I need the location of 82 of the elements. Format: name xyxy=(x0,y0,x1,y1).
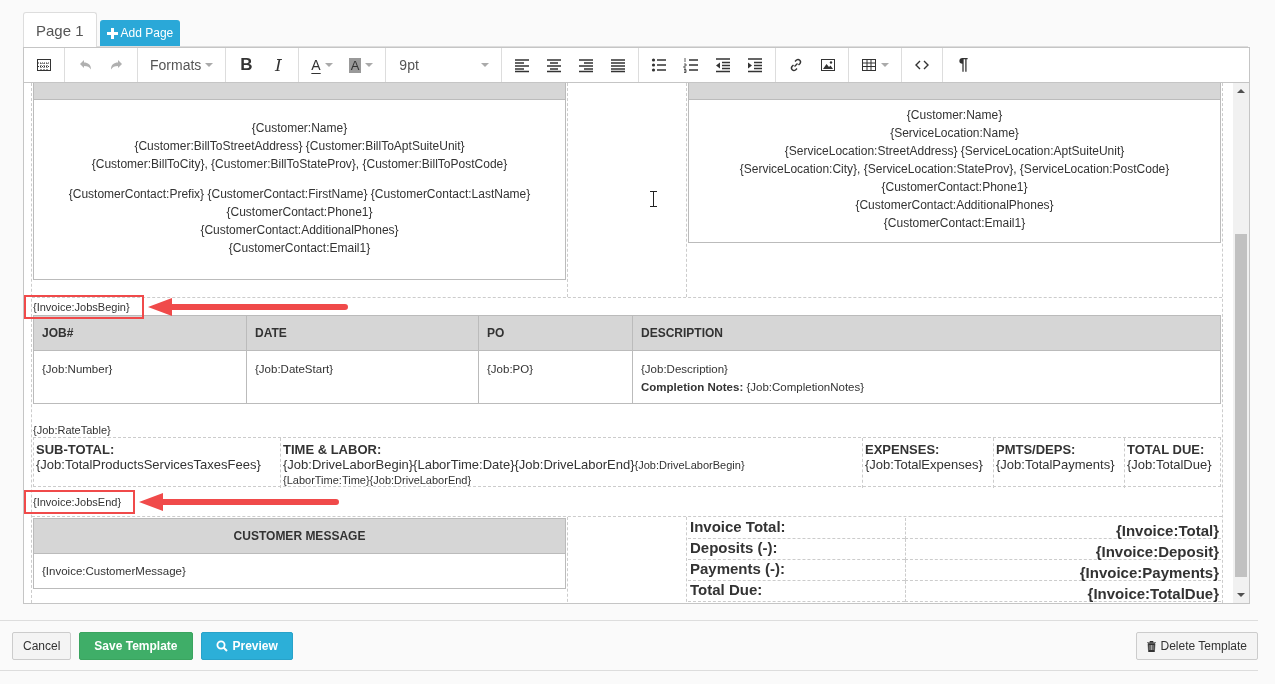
text-color-button[interactable]: A xyxy=(303,52,341,78)
template-field: {Job:Description} xyxy=(641,360,1212,378)
align-right-icon xyxy=(578,57,595,73)
template-marker: {Job:RateTable} xyxy=(33,424,111,436)
italic-button[interactable]: I xyxy=(262,52,295,78)
column-header: JOB# xyxy=(34,316,247,351)
arrow-icon xyxy=(147,296,348,317)
total-label: Total Due: xyxy=(688,581,905,602)
total-label: Deposits (-): xyxy=(688,539,905,560)
indent-icon xyxy=(747,57,764,73)
template-field: {Job:TotalDue} xyxy=(1127,457,1212,472)
column-header: PO xyxy=(479,316,633,351)
template-field: {Customer:BillToStreetAddress} {Customer:BillToAptSuiteUnit} xyxy=(134,137,465,155)
justify-icon xyxy=(610,57,627,73)
page-tab[interactable]: Page 1 xyxy=(23,12,97,47)
text-cursor-icon xyxy=(650,191,657,207)
template-field: {ServiceLocation:Name} xyxy=(890,124,1019,142)
template-field: {ServiceLocation:StreetAddress} {ServiceLocation:AptSuiteUnit} xyxy=(784,142,1125,160)
align-left-icon xyxy=(514,57,531,73)
grid-icon xyxy=(36,57,52,73)
cancel-button[interactable]: Cancel xyxy=(12,632,72,660)
template-field: {CustomerContact:Prefix} {CustomerContact:FirstName} {CustomerContact:LastName} xyxy=(68,185,531,203)
template-field: {CustomerContact:Email1} xyxy=(228,239,371,257)
column-header: DATE xyxy=(247,316,479,351)
template-field: {CustomerContact:Phone1} xyxy=(226,203,373,221)
bold-button[interactable]: B xyxy=(230,52,263,78)
scrollbar-thumb[interactable] xyxy=(1235,234,1247,577)
template-field: {Invoice:Total} xyxy=(905,518,1221,539)
template-marker: {Invoice:JobsEnd} xyxy=(33,495,122,508)
numbered-list-icon xyxy=(683,57,700,73)
template-field: {Customer:BillToCity}, {Customer:BillToStateProv}, {Customer:BillToPostCode} xyxy=(91,155,508,173)
template-field: {Invoice:Deposit} xyxy=(905,539,1221,560)
column-header: DESCRIPTION xyxy=(633,316,1220,351)
template-field: {Job:TotalProductsServicesTaxesFees} xyxy=(36,457,261,472)
image-icon xyxy=(820,57,837,73)
total-label: PMTS/DEPS: xyxy=(996,442,1077,457)
template-field: {Customer:Name} xyxy=(251,119,348,137)
caret-icon xyxy=(481,63,490,67)
paragraph-marks-button[interactable]: ¶ xyxy=(947,52,980,78)
outdent-icon xyxy=(715,57,732,73)
template-field: {LaborTime:Time}{Job:DriveLaborEnd} xyxy=(283,474,472,486)
formats-dropdown[interactable]: Formats xyxy=(142,52,222,78)
total-label: Invoice Total: xyxy=(688,518,905,539)
template-field: {Job:PO} xyxy=(487,360,624,378)
delete-button[interactable]: Delete Template xyxy=(1135,632,1258,660)
template-field: Completion Notes: {Job:CompletionNotes} xyxy=(641,378,1212,396)
template-field: {Invoice:Payments} xyxy=(905,560,1221,581)
caret-icon xyxy=(324,63,333,67)
trash-icon xyxy=(1146,640,1156,652)
template-field: {Invoice:TotalDue} xyxy=(905,581,1221,602)
template-field: {Job:DateStart} xyxy=(255,360,470,378)
template-field: {Job:Number} xyxy=(42,360,238,378)
template-marker: {Invoice:JobsBegin} xyxy=(33,300,130,313)
total-label: TIME & LABOR: xyxy=(283,442,383,457)
bullet-list-icon xyxy=(651,57,668,73)
highlight-color-button[interactable]: A xyxy=(340,52,382,78)
template-field: {CustomerContact:Email1} xyxy=(883,214,1026,232)
template-field: {CustomerContact:Phone1} xyxy=(881,178,1028,196)
template-field: {Customer:Name} xyxy=(906,106,1003,124)
caret-icon xyxy=(365,63,374,67)
template-field: {ServiceLocation:City}, {ServiceLocation:StateProv}, {ServiceLocation:PostCode} xyxy=(739,160,1170,178)
table-header: CUSTOMER MESSAGE xyxy=(34,519,565,554)
scrollbar[interactable] xyxy=(1233,83,1249,603)
arrow-icon xyxy=(139,491,340,512)
font-size-select[interactable]: 9pt xyxy=(390,52,498,78)
template-field: {CustomerContact:AdditionalPhones} xyxy=(200,221,399,239)
total-label: EXPENSES: xyxy=(865,442,941,457)
search-icon xyxy=(215,640,228,652)
total-label: Payments (-): xyxy=(688,560,905,581)
total-label: TOTAL DUE: xyxy=(1127,442,1206,457)
caret-icon xyxy=(881,63,890,67)
table-icon xyxy=(861,57,878,73)
template-field: {CustomerContact:AdditionalPhones} xyxy=(855,196,1054,214)
plus-icon xyxy=(106,27,118,39)
template-field: {Job:DriveLaborBegin}{LaborTime:Date}{Job:DriveLaborEnd} xyxy=(283,457,635,472)
align-center-icon xyxy=(546,57,563,73)
caret-icon xyxy=(205,63,214,67)
template-field: {Invoice:CustomerMessage} xyxy=(34,554,565,588)
template-field: {Job:TotalPayments} xyxy=(996,457,1115,472)
template-field: {Job:DriveLaborBegin} xyxy=(634,459,745,471)
template-field: {Job:TotalExpenses} xyxy=(865,457,983,472)
total-label: SUB-TOTAL: xyxy=(36,442,116,457)
